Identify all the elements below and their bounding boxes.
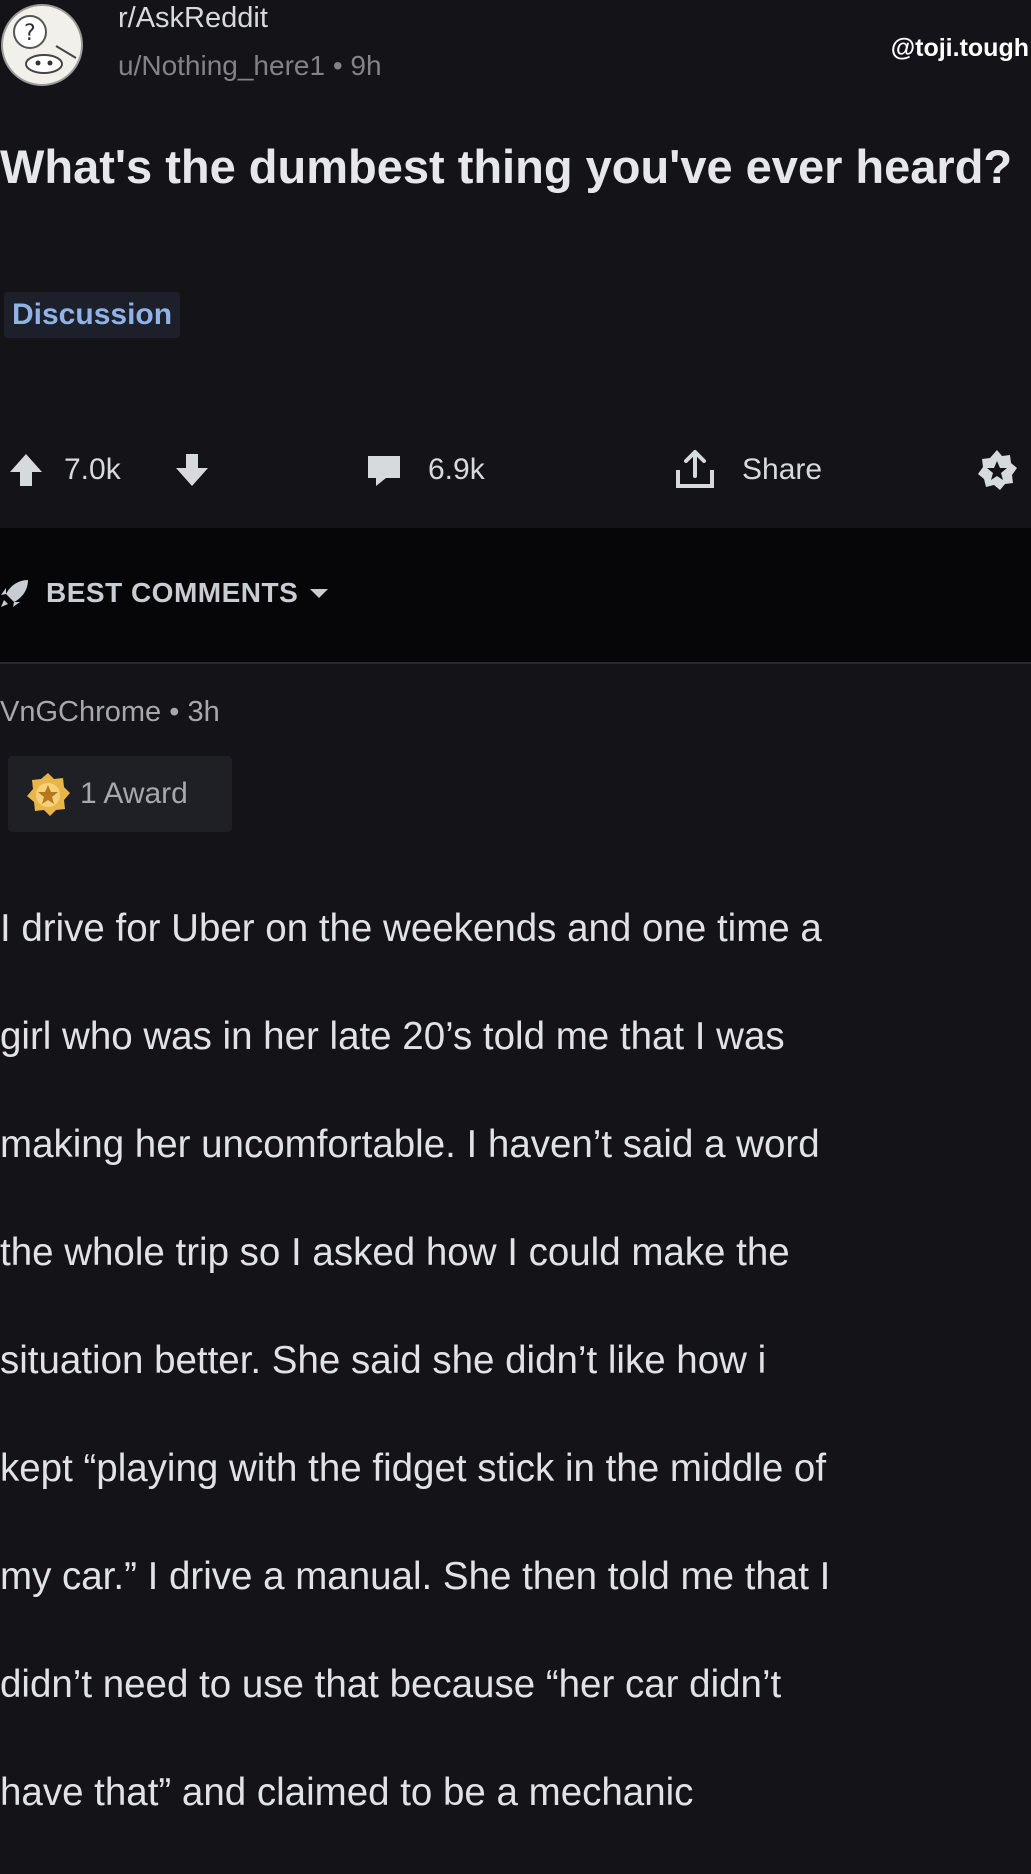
comment-age: 3h <box>187 696 220 728</box>
comment-line: girl who was in her late 20’s told me th… <box>0 1015 785 1058</box>
post-title[interactable]: What's the dumbest thing you've ever hea… <box>0 138 1020 196</box>
award-button[interactable] <box>974 440 1020 500</box>
post-action-bar: 7.0k 6.9k Share <box>0 440 1031 500</box>
post-flair[interactable]: Discussion <box>4 292 181 338</box>
award-count: 1 Award <box>80 777 188 810</box>
comment-sort-bar: BEST COMMENTS <box>0 528 1031 664</box>
vote-score: 7.0k <box>64 453 121 486</box>
rocket-icon <box>1 580 28 607</box>
subreddit-name[interactable]: r/AskReddit <box>118 2 268 35</box>
award-icon <box>978 450 1017 490</box>
chevron-down-icon <box>310 589 329 598</box>
share-button[interactable]: Share <box>672 440 822 500</box>
svg-text:?: ? <box>24 21 36 46</box>
arrow-up-icon <box>10 454 42 486</box>
share-label: Share <box>742 453 823 486</box>
award-badge[interactable]: 1 Award <box>8 756 232 832</box>
post-card: ? r/AskReddit u/Nothing_here1 • 9h @toji… <box>0 0 1031 528</box>
meta-separator: • <box>332 50 351 81</box>
comments-button[interactable]: 6.9k <box>364 440 485 500</box>
comment-bubble-icon <box>368 456 400 486</box>
comment-line: my car.” I drive a manual. She then told… <box>0 1555 831 1598</box>
comment-meta: VnGChrome • 3h <box>0 696 220 729</box>
comment-line: making her uncomfortable. I haven’t said… <box>0 1123 820 1166</box>
arrow-down-icon <box>176 454 208 486</box>
question-mark-snoo-avatar[interactable]: ? <box>0 2 90 88</box>
comment-count: 6.9k <box>428 453 485 486</box>
post-author[interactable]: u/Nothing_here1 <box>118 50 325 81</box>
comment-body: I drive for Uber on the weekends and one… <box>0 848 1031 1874</box>
award-icon <box>27 773 70 816</box>
upvote-button[interactable] <box>6 440 46 500</box>
comment-line: situation better. She said she didn’t li… <box>0 1339 767 1382</box>
comment-line: the whole trip so I asked how I could ma… <box>0 1231 790 1274</box>
meta-separator: • <box>169 696 188 728</box>
post-author-line: u/Nothing_here1 • 9h <box>118 50 382 82</box>
comment-line: kept “playing with the fidget stick in t… <box>0 1447 827 1490</box>
comment-line: didn’t need to use that because “her car… <box>0 1663 782 1706</box>
post-age: 9h <box>350 50 382 81</box>
comment-line: have that” and claimed to be a mechanic <box>0 1771 694 1814</box>
watermark: @toji.tough <box>890 34 1029 62</box>
share-icon <box>676 450 714 488</box>
comment-line: I drive for Uber on the weekends and one… <box>0 907 822 950</box>
sort-label: BEST COMMENTS <box>46 577 299 608</box>
sort-dropdown[interactable]: BEST COMMENTS <box>0 576 330 610</box>
downvote-button[interactable] <box>172 440 212 500</box>
comment-author[interactable]: VnGChrome <box>0 696 161 728</box>
